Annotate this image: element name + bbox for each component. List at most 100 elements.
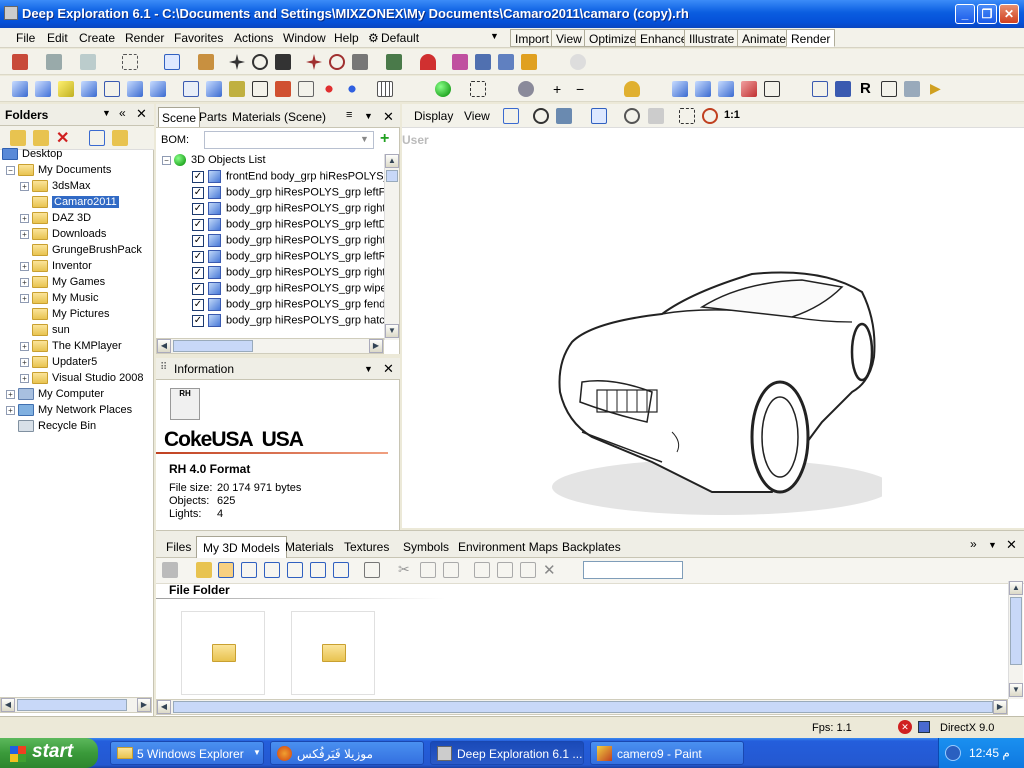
tree-item-daz3d[interactable]: + DAZ 3D [20,212,91,228]
checkbox[interactable]: ✓ [192,170,204,183]
chevron-down-icon[interactable]: ▼ [490,31,499,41]
preset-select[interactable]: Default [381,31,419,45]
folders-hscroll[interactable]: ◀ ▶ [0,697,152,713]
cube-red-icon[interactable] [275,81,291,97]
points-icon[interactable] [321,81,337,97]
maximize-button[interactable]: ❐ [977,4,997,24]
tab-backplates[interactable]: Backplates [562,540,621,554]
list-item[interactable]: ✓ body_grp hiResPOLYS_grp fende [192,298,392,314]
view-menu[interactable]: View [464,109,490,123]
task-deep-exploration[interactable]: Deep Exploration 6.1 ... [430,741,584,765]
folder-thumbnail-1[interactable] [181,611,265,695]
zoom-icon[interactable] [624,108,640,124]
list-icon[interactable]: ≡ [346,109,352,121]
scale-pivot-icon[interactable] [352,54,368,70]
pointer-icon[interactable] [164,54,180,70]
scroll-thumb[interactable] [1010,597,1022,665]
plus-icon[interactable]: + [553,81,561,97]
grid-view-icon[interactable] [364,562,380,578]
scroll-right-icon[interactable]: ▶ [137,698,151,712]
walk-icon[interactable] [556,108,572,124]
undo-icon[interactable] [46,54,62,70]
tree-item-desktop[interactable]: Desktop [2,148,62,164]
scroll-left-icon[interactable]: ◀ [1,698,15,712]
tree-item-downloads[interactable]: + Downloads [20,228,106,244]
menu-window[interactable]: Window [283,31,326,45]
view-small-icon[interactable] [264,562,280,578]
sphere-gray-icon[interactable] [518,81,534,97]
list-item[interactable]: ✓ frontEnd body_grp hiResPOLYS_ [192,170,390,186]
export-icon[interactable] [112,130,128,146]
tab-my-3d-models[interactable]: My 3D Models [196,536,287,558]
cube-shaded-icon[interactable] [12,81,28,97]
list-item[interactable]: ✓ body_grp hiResPOLYS_grp hatch [192,314,391,330]
tab-materials-scene[interactable]: Materials (Scene) [232,110,326,124]
checkbox[interactable]: ✓ [192,266,204,279]
checkbox[interactable]: ✓ [192,186,204,199]
bom-select[interactable]: ▼ [204,131,374,149]
cube-yellow-icon[interactable] [58,81,74,97]
move-icon[interactable] [229,54,245,70]
select-region-icon[interactable] [122,54,138,70]
tree-item-updater5[interactable]: + Updater5 [20,356,97,372]
tree-item-visual-studio[interactable]: + Visual Studio 2008 [20,372,144,388]
tree-item-inventor[interactable]: + Inventor [20,260,92,276]
cube-textured-icon[interactable] [229,81,245,97]
disc-icon[interactable] [570,54,586,70]
tab-animate[interactable]: Animate [737,29,792,47]
menu-create[interactable]: Create [79,31,115,45]
scroll-down-icon[interactable]: ▼ [385,324,399,338]
tree-item-my-documents[interactable]: − My Documents [6,164,111,180]
cube-wire-icon[interactable] [104,81,120,97]
zoom-in-icon[interactable] [702,108,718,124]
checkbox[interactable]: ✓ [192,218,204,231]
minus-icon[interactable]: − [576,81,584,97]
tab-scene[interactable]: Scene [158,107,201,127]
tree-item-grungebrushpack[interactable]: GrungeBrushPack [32,244,142,260]
search-icon[interactable] [89,130,105,146]
menu-render[interactable]: Render [125,31,164,45]
orbit-icon[interactable] [533,108,549,124]
objects-vscroll[interactable]: ▲ ▼ [384,154,399,340]
library-icon[interactable] [498,54,514,70]
scroll-left-icon[interactable]: ◀ [157,339,171,353]
delete-icon[interactable]: ✕ [56,128,69,148]
tree-item-camaro2011[interactable]: Camaro2011 [32,196,119,212]
fit-icon[interactable] [503,108,519,124]
tab-materials[interactable]: Materials [285,540,334,554]
section-fill-icon[interactable] [835,81,851,97]
tab-illustrate[interactable]: Illustrate [684,29,740,47]
scroll-thumb[interactable] [173,701,993,713]
pan-hand-icon[interactable] [648,108,664,124]
r-icon[interactable]: R [860,80,871,97]
tree-item-3dsmax[interactable]: +3dsMax [20,180,91,196]
language-icon[interactable] [945,745,961,761]
chevron-down-icon[interactable]: ▼ [364,364,373,374]
view-details-icon[interactable] [310,562,326,578]
render-cube-3-icon[interactable] [718,81,734,97]
open-folder-icon[interactable] [196,562,212,578]
tab-view[interactable]: View [551,29,587,47]
render-cube-red-icon[interactable] [741,81,757,97]
scroll-right-icon[interactable]: ▶ [993,700,1007,714]
bounding-box-icon[interactable] [470,81,486,97]
properties-icon[interactable] [520,562,536,578]
error-icon[interactable]: ✕ [898,720,912,734]
chevron-down-icon[interactable]: ▼ [102,108,111,118]
cube-blue-icon[interactable] [206,81,222,97]
scroll-thumb[interactable] [386,170,398,182]
tree-item-sun[interactable]: sun [32,324,70,340]
delete-icon[interactable]: ✕ [543,561,556,579]
cube-outline-icon[interactable] [183,81,199,97]
section-icon[interactable] [812,81,828,97]
list-item[interactable]: ✓ body_grp hiResPOLYS_grp rightI [192,202,388,218]
scroll-thumb[interactable] [17,699,127,711]
models-hscroll[interactable]: ◀ ▶ [156,699,1008,715]
task-firefox[interactable]: موزيلا فَيَرفُكس [270,741,424,765]
sphere-icon[interactable] [435,81,451,97]
export-icon[interactable] [497,562,513,578]
close-panel-icon[interactable]: ✕ [383,361,394,377]
rotate-icon[interactable] [252,54,268,70]
brush-icon[interactable] [198,54,214,70]
view-large-icon[interactable] [218,562,234,578]
